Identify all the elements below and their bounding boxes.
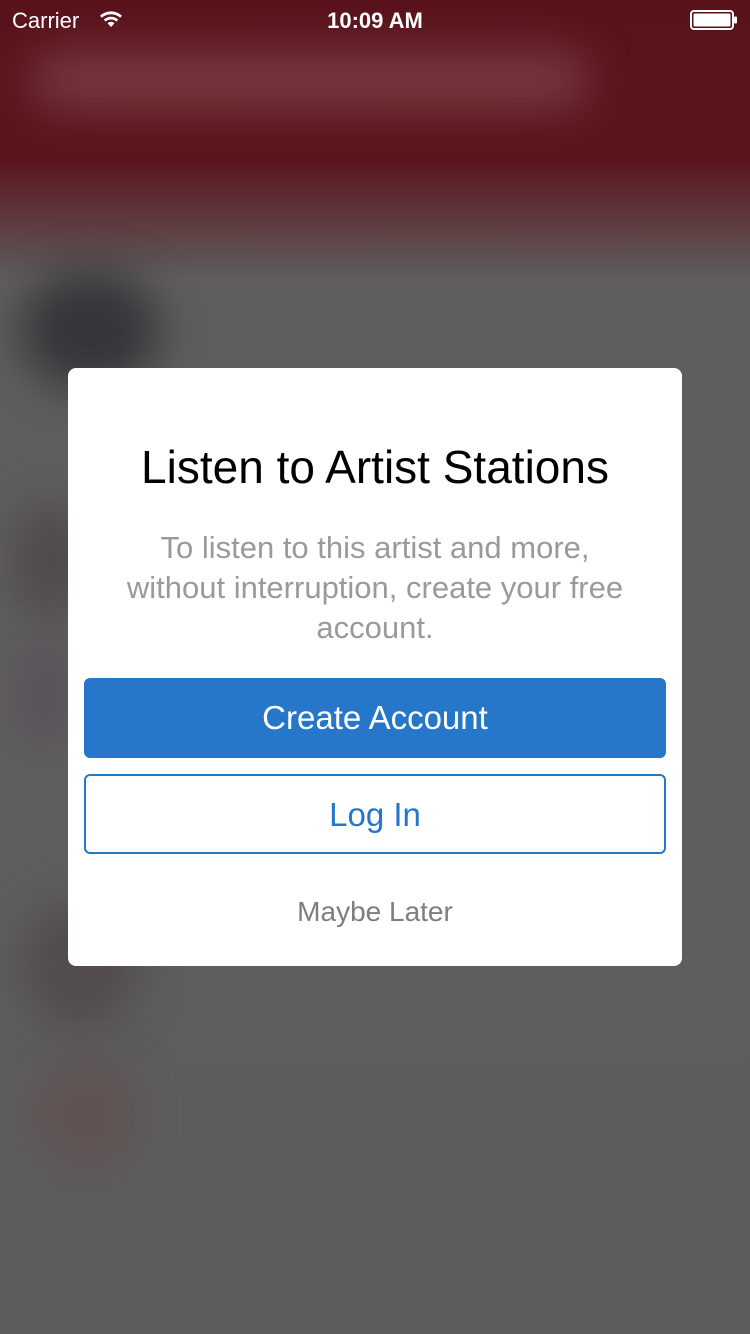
- status-time: 10:09 AM: [327, 8, 423, 33]
- battery-icon: [690, 10, 737, 30]
- blurred-artwork: [30, 1060, 140, 1170]
- modal-message: To listen to this artist and more, witho…: [126, 530, 624, 645]
- log-in-button[interactable]: Log In: [84, 774, 666, 854]
- create-account-button[interactable]: Create Account: [84, 678, 666, 758]
- signup-modal: Listen to Artist Stations To listen to t…: [68, 368, 682, 966]
- blurred-header-bar: [30, 50, 590, 110]
- modal-title: Listen to Artist Stations: [141, 441, 609, 493]
- status-bar: Carrier 10:09 AM: [0, 0, 750, 40]
- maybe-later-link[interactable]: Maybe Later: [68, 894, 682, 930]
